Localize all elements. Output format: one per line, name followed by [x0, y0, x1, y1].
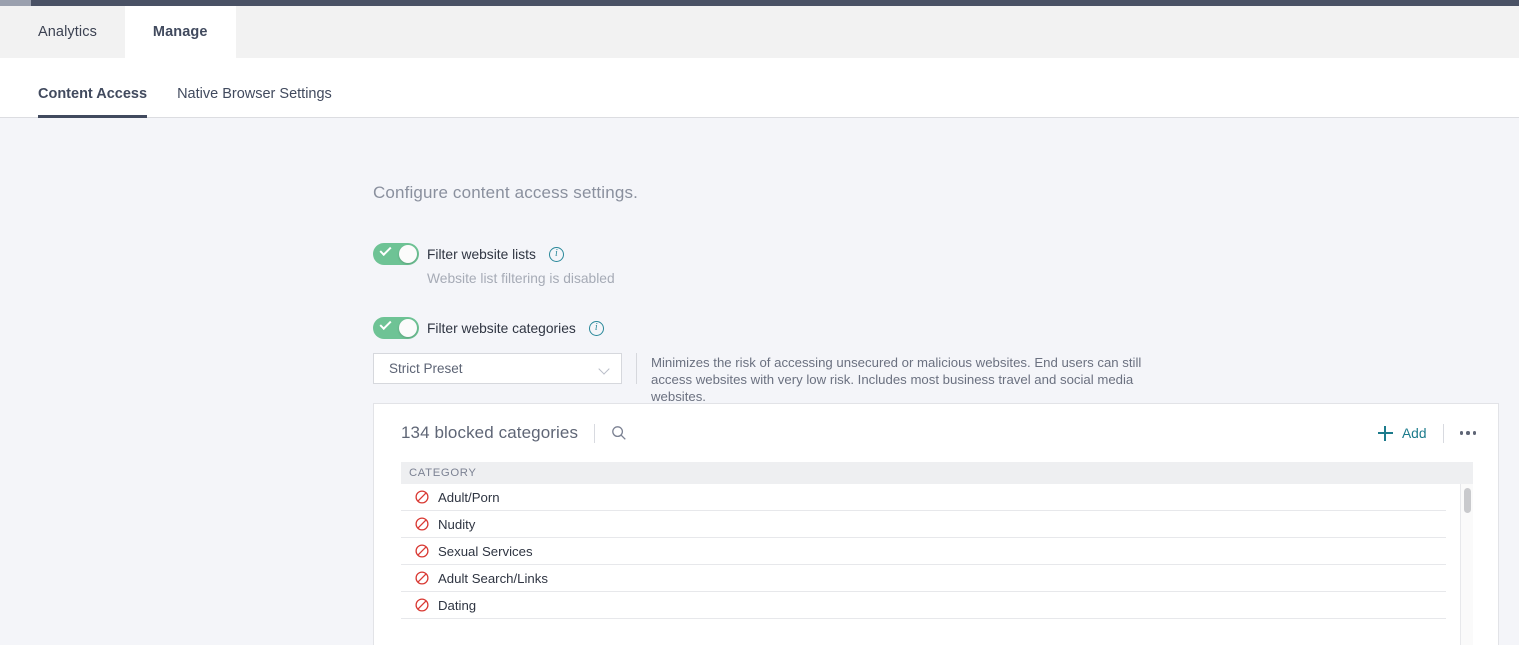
- check-icon: [379, 318, 391, 330]
- card-header-actions: Add: [1378, 424, 1476, 443]
- table-row[interactable]: Dating: [401, 592, 1446, 619]
- primary-tab-bar: Analytics Manage: [0, 6, 1519, 58]
- overflow-menu-button[interactable]: [1460, 431, 1477, 435]
- column-header-category: CATEGORY: [409, 467, 477, 479]
- tab-analytics-label: Analytics: [38, 24, 97, 40]
- preset-select[interactable]: Strict Preset: [373, 353, 622, 384]
- table-row[interactable]: Nudity: [401, 511, 1446, 538]
- info-icon[interactable]: i: [549, 247, 564, 262]
- blocked-categories-card: 134 blocked categories Add: [373, 403, 1499, 645]
- chevron-down-icon: [598, 363, 609, 374]
- card-title: 134 blocked categories: [401, 423, 578, 443]
- preset-select-value: Strict Preset: [389, 361, 463, 376]
- preset-section: Strict Preset Minimizes the risk of acce…: [373, 353, 1151, 405]
- add-button[interactable]: Add: [1378, 426, 1427, 441]
- blocked-icon: [415, 598, 429, 612]
- preset-divider: [636, 353, 637, 384]
- filter-website-categories-toggle[interactable]: [373, 317, 419, 339]
- sub-header: Content Access Native Browser Settings: [0, 58, 1519, 118]
- table-cell-category: Sexual Services: [438, 544, 533, 559]
- table-body: Adult/Porn Nudity Sexual Services Adult Sea…: [401, 484, 1473, 619]
- tab-manage[interactable]: Manage: [125, 6, 236, 58]
- ellipsis-dot: [1473, 431, 1477, 435]
- sub-tab-list: Content Access Native Browser Settings: [0, 58, 1519, 118]
- header-divider: [594, 424, 595, 443]
- blocked-icon: [415, 544, 429, 558]
- search-icon[interactable]: [611, 425, 627, 441]
- table-scrollbar-thumb[interactable]: [1464, 488, 1471, 513]
- table-cell-category: Nudity: [438, 517, 475, 532]
- table-row[interactable]: Sexual Services: [401, 538, 1446, 565]
- subtab-content-access-label: Content Access: [38, 86, 147, 102]
- ellipsis-dot: [1466, 431, 1470, 435]
- toggle-knob: [399, 319, 417, 337]
- tab-analytics[interactable]: Analytics: [10, 6, 125, 58]
- plus-icon: [1378, 426, 1393, 441]
- preset-description: Minimizes the risk of accessing unsecure…: [651, 353, 1151, 405]
- card-header: 134 blocked categories Add: [374, 404, 1498, 462]
- table-row[interactable]: Adult/Porn: [401, 484, 1446, 511]
- categories-table: CATEGORY Adult/Porn Nudity Sexual Services…: [401, 462, 1473, 645]
- blocked-icon: [415, 571, 429, 585]
- subtab-native-browser-settings[interactable]: Native Browser Settings: [177, 58, 332, 118]
- page-intro-text: Configure content access settings.: [373, 183, 638, 203]
- ellipsis-dot: [1460, 431, 1464, 435]
- add-button-label: Add: [1402, 426, 1427, 441]
- table-cell-category: Dating: [438, 598, 476, 613]
- table-cell-category: Adult/Porn: [438, 490, 500, 505]
- subtab-content-access[interactable]: Content Access: [38, 58, 147, 118]
- page-body: Configure content access settings. Filte…: [0, 119, 1519, 645]
- filter-website-categories-row: Filter website categories i: [373, 317, 604, 339]
- app-root: Analytics Manage Content Access Native B…: [0, 0, 1519, 645]
- blocked-icon: [415, 517, 429, 531]
- table-scrollbar-track[interactable]: [1460, 484, 1473, 645]
- actions-divider: [1443, 424, 1444, 443]
- table-header-row: CATEGORY: [401, 462, 1473, 484]
- table-cell-category: Adult Search/Links: [438, 571, 548, 586]
- filter-website-categories-label: Filter website categories: [427, 321, 576, 336]
- tab-manage-label: Manage: [153, 24, 208, 40]
- website-lists-status-text: Website list filtering is disabled: [427, 271, 615, 286]
- blocked-icon: [415, 490, 429, 504]
- toggle-knob: [399, 245, 417, 263]
- subtab-native-browser-settings-label: Native Browser Settings: [177, 86, 332, 102]
- check-icon: [379, 244, 391, 256]
- filter-website-lists-row: Filter website lists i: [373, 243, 564, 265]
- filter-website-lists-label: Filter website lists: [427, 247, 536, 262]
- info-icon[interactable]: i: [589, 321, 604, 336]
- primary-tab-list: Analytics Manage: [0, 6, 1519, 58]
- table-row[interactable]: Adult Search/Links: [401, 565, 1446, 592]
- filter-website-lists-toggle[interactable]: [373, 243, 419, 265]
